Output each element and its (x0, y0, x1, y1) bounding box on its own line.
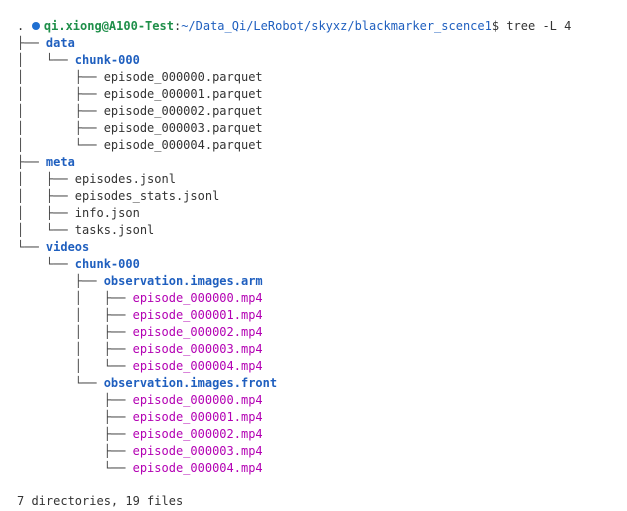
tree-line: . (17, 18, 24, 35)
tree-line: ├── meta (17, 154, 75, 171)
tree-branch-glyph: │ └── (17, 138, 104, 152)
tree-line: │ ├── episode_000003.mp4 (17, 341, 263, 358)
tree-line: │ └── episode_000004.parquet (17, 137, 263, 154)
tree-branch-glyph: └── (17, 461, 133, 475)
tree-file-name: episode_000004.parquet (103, 138, 263, 152)
prompt-path: ~/Data_Qi/LeRobot/skyxz/blackmarker_scen… (181, 19, 492, 33)
tree-file-name: episode_000001.parquet (103, 87, 263, 101)
tree-branch-glyph: │ ├── (17, 121, 104, 135)
tree-line: ├── data (17, 35, 75, 52)
tree-line: └── chunk-000 (17, 256, 140, 273)
tree-directory-name: observation.images.arm (103, 274, 263, 288)
tree-file-name: episode_000000.mp4 (132, 393, 263, 407)
tree-line: └── videos (17, 239, 89, 256)
tree-branch-glyph: │ ├── (17, 70, 104, 84)
tree-branch-glyph: │ ├── (17, 206, 75, 220)
tree-line: │ ├── episode_000001.parquet (17, 86, 263, 103)
tree-file-name: . (17, 19, 25, 33)
tree-line: │ ├── episodes_stats.jsonl (17, 188, 219, 205)
tree-line: │ └── tasks.jsonl (17, 222, 154, 239)
tree-line: │ ├── episode_000002.parquet (17, 103, 263, 120)
tree-line: │ ├── info.json (17, 205, 140, 222)
tree-file-name: episode_000000.mp4 (132, 291, 263, 305)
tree-branch-glyph: │ └── (17, 223, 75, 237)
tree-line: │ ├── episode_000002.mp4 (17, 324, 263, 341)
tree-branch-glyph: │ ├── (17, 308, 133, 322)
tree-file-name: episode_000004.mp4 (132, 359, 263, 373)
tree-branch-glyph: ├── (17, 410, 133, 424)
tree-line: └── observation.images.front (17, 375, 277, 392)
tree-summary: 7 directories, 19 files (17, 494, 184, 508)
tree-line: │ └── episode_000004.mp4 (17, 358, 263, 375)
tree-directory-name: chunk-000 (74, 53, 140, 67)
tree-file-name: episode_000002.parquet (103, 104, 263, 118)
tree-branch-glyph: └── (17, 240, 46, 254)
prompt-status-icon (31, 22, 40, 30)
tree-branch-glyph: │ ├── (17, 189, 75, 203)
tree-directory-name: data (45, 36, 75, 50)
tree-line: ├── observation.images.arm (17, 273, 263, 290)
tree-file-name: episode_000002.mp4 (132, 427, 263, 441)
prompt-line: qi.xiong@A100-Test:~/Data_Qi/LeRobot/sky… (3, 1, 571, 33)
tree-file-name: episodes.jsonl (74, 172, 176, 186)
tree-branch-glyph: │ ├── (17, 342, 133, 356)
tree-line: │ ├── episode_000003.parquet (17, 120, 263, 137)
tree-branch-glyph: │ ├── (17, 325, 133, 339)
tree-line: │ └── chunk-000 (17, 52, 140, 69)
tree-line: ├── episode_000001.mp4 (17, 409, 263, 426)
tree-file-name: episode_000003.mp4 (132, 444, 263, 458)
tree-branch-glyph: ├── (17, 427, 133, 441)
tree-directory-name: videos (45, 240, 90, 254)
tree-line: └── episode_000004.mp4 (17, 460, 263, 477)
tree-file-name: episode_000003.parquet (103, 121, 263, 135)
tree-directory-name: observation.images.front (103, 376, 278, 390)
tree-line: ├── episode_000002.mp4 (17, 426, 263, 443)
prompt-command: tree -L 4 (506, 19, 572, 33)
tree-branch-glyph: └── (17, 376, 104, 390)
tree-branch-glyph: ├── (17, 155, 46, 169)
tree-branch-glyph: ├── (17, 393, 133, 407)
tree-file-name: info.json (74, 206, 140, 220)
tree-line: │ ├── episode_000000.parquet (17, 69, 263, 86)
tree-branch-glyph: │ └── (17, 359, 133, 373)
tree-line: │ ├── episode_000000.mp4 (17, 290, 263, 307)
tree-branch-glyph: │ ├── (17, 172, 75, 186)
tree-line: ├── episode_000000.mp4 (17, 392, 263, 409)
tree-branch-glyph: ├── (17, 274, 104, 288)
prompt-symbol: $ (491, 19, 500, 33)
tree-line: │ ├── episode_000001.mp4 (17, 307, 263, 324)
tree-branch-glyph: │ ├── (17, 291, 133, 305)
prompt-user-host: qi.xiong@A100-Test (43, 19, 174, 33)
tree-branch-glyph: │ ├── (17, 104, 104, 118)
tree-branch-glyph: │ └── (17, 53, 75, 67)
tree-branch-glyph: ├── (17, 36, 46, 50)
tree-branch-glyph: │ ├── (17, 87, 104, 101)
tree-file-name: episode_000000.parquet (103, 70, 263, 84)
terminal-window[interactable]: qi.xiong@A100-Test:~/Data_Qi/LeRobot/sky… (0, 0, 627, 511)
tree-file-name: episode_000004.mp4 (132, 461, 263, 475)
tree-file-name: episode_000002.mp4 (132, 325, 263, 339)
tree-file-name: episode_000003.mp4 (132, 342, 263, 356)
tree-branch-glyph: └── (17, 257, 75, 271)
tree-file-name: episode_000001.mp4 (132, 410, 263, 424)
tree-directory-name: chunk-000 (74, 257, 140, 271)
tree-branch-glyph: ├── (17, 444, 133, 458)
tree-line: ├── episode_000003.mp4 (17, 443, 263, 460)
tree-line: │ ├── episodes.jsonl (17, 171, 176, 188)
tree-file-name: tasks.jsonl (74, 223, 155, 237)
tree-directory-name: meta (45, 155, 75, 169)
tree-file-name: episode_000001.mp4 (132, 308, 263, 322)
tree-file-name: episodes_stats.jsonl (74, 189, 220, 203)
